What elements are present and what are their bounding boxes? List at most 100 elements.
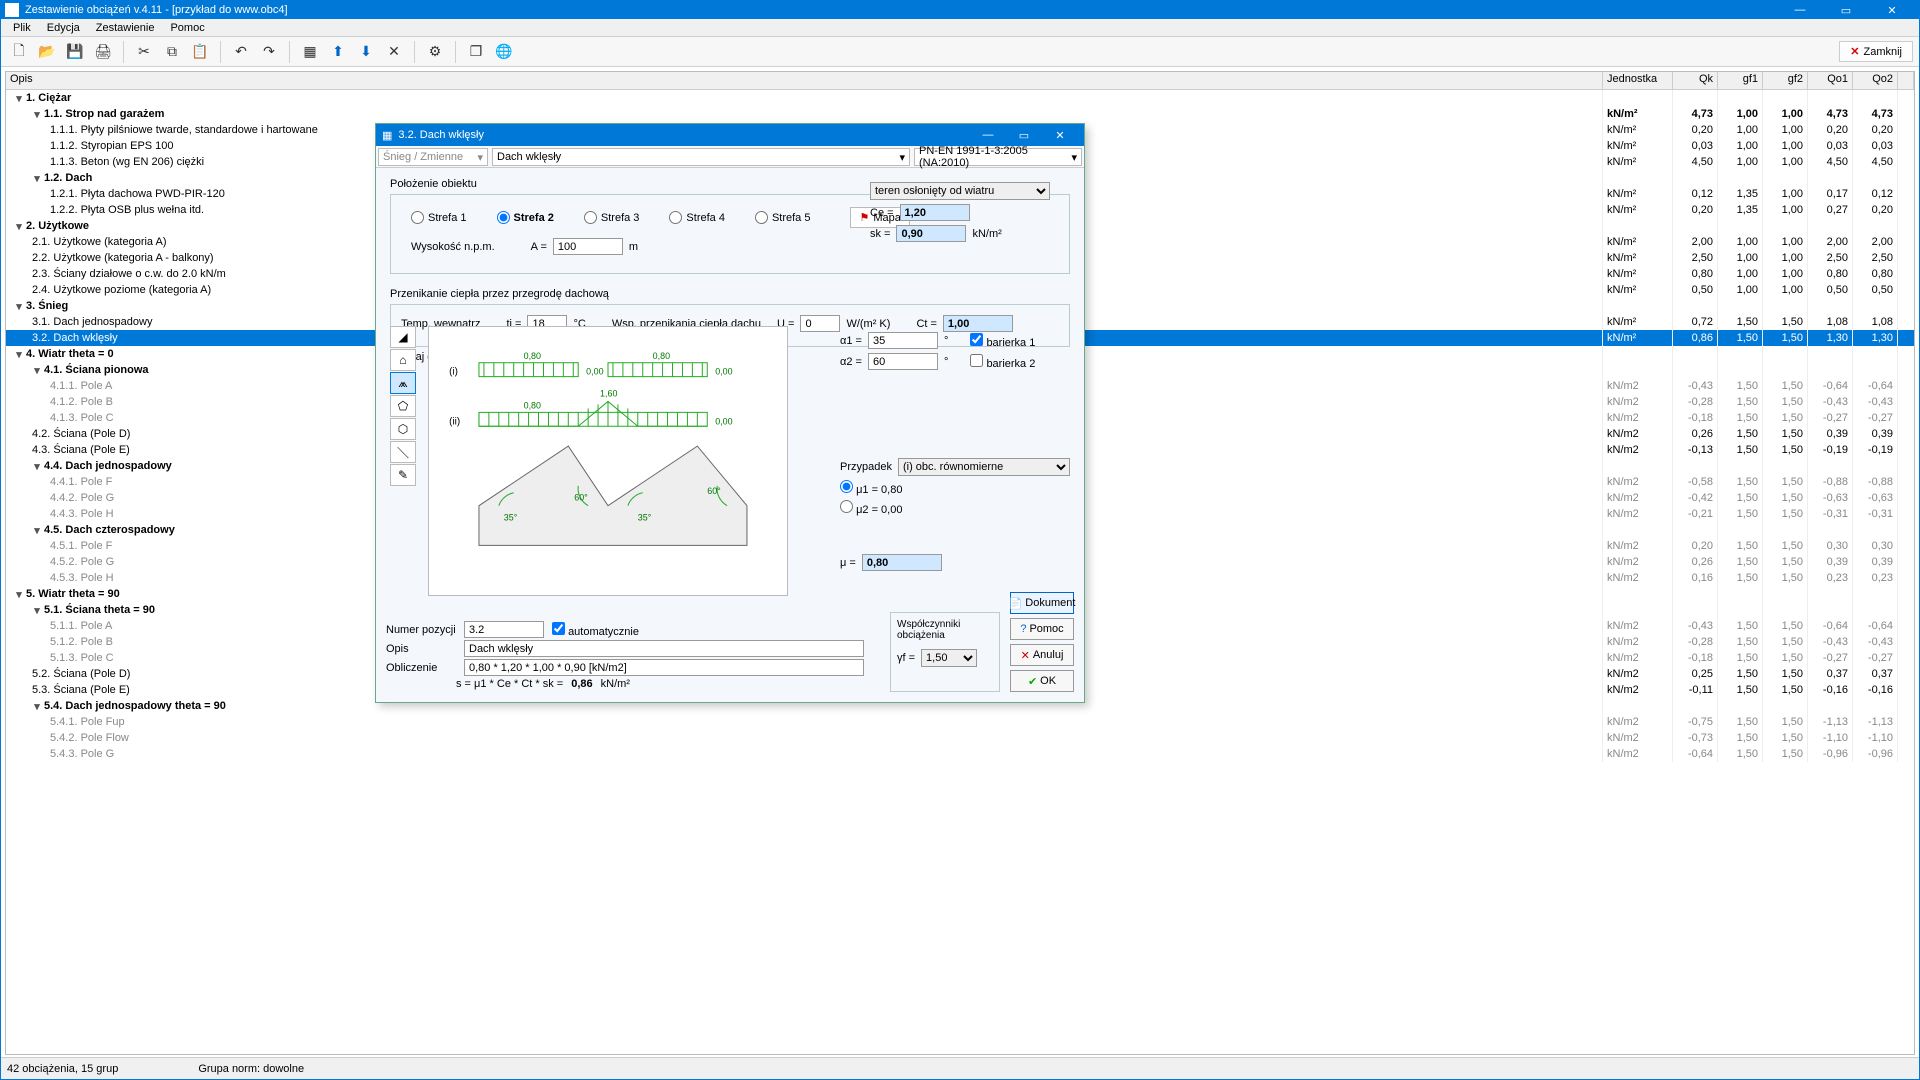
dialog-titlebar: ▦ 3.2. Dach wklęsły — ▭ ✕ xyxy=(376,124,1084,146)
svg-text:35°: 35° xyxy=(504,513,518,523)
roof-shape-4[interactable]: ⬠ xyxy=(390,395,416,417)
cancel-icon: ✕ xyxy=(1021,649,1030,662)
menu-zestawienie[interactable]: Zestawienie xyxy=(88,22,163,34)
window-icon[interactable]: ❐ xyxy=(464,40,488,64)
alpha1-input[interactable] xyxy=(868,332,938,349)
minimize-button[interactable]: — xyxy=(1777,1,1823,19)
coef-box: Współczynniki obciążenia γf = 1,50 xyxy=(890,612,1000,692)
zone-2[interactable]: Strefa 2 xyxy=(497,211,554,224)
zone-1[interactable]: Strefa 1 xyxy=(411,211,467,224)
paste-icon[interactable]: 📋 xyxy=(188,40,212,64)
combo-type[interactable]: Dach wklęsły▾ xyxy=(492,148,910,166)
svg-text:(ii): (ii) xyxy=(449,416,460,427)
opis-input[interactable] xyxy=(464,640,864,657)
u-input[interactable] xyxy=(800,315,840,332)
svg-text:0,00: 0,00 xyxy=(715,367,732,377)
open-icon[interactable]: 📂 xyxy=(35,40,59,64)
zone-4[interactable]: Strefa 4 xyxy=(669,211,725,224)
svg-text:0,00: 0,00 xyxy=(715,416,732,426)
close-panel-button[interactable]: ✕ Zamknij xyxy=(1839,41,1913,62)
close-icon: ✕ xyxy=(1850,45,1859,58)
redo-icon[interactable]: ↷ xyxy=(257,40,281,64)
table-row[interactable]: ▾1. Ciężar xyxy=(6,90,1914,106)
ok-icon: ✔ xyxy=(1028,675,1037,688)
menu-plik[interactable]: Plik xyxy=(5,22,39,34)
col-gf1[interactable]: gf1 xyxy=(1718,72,1763,89)
altitude-input[interactable] xyxy=(553,238,623,255)
document-icon: 📄 xyxy=(1009,597,1023,610)
mu-input[interactable] xyxy=(862,554,942,571)
roof-shape-2[interactable]: ⌂ xyxy=(390,349,416,371)
auto-checkbox[interactable]: automatycznie xyxy=(552,622,639,638)
roof-shape-7[interactable]: ✎ xyxy=(390,464,416,486)
svg-text:0,80: 0,80 xyxy=(524,351,541,361)
arrow-down-icon[interactable]: ⬇ xyxy=(354,40,378,64)
table-row[interactable]: ▾1.1. Strop nad garażemkN/m²4,731,001,00… xyxy=(6,106,1914,122)
mu2-radio[interactable]: μ2 = 0,00 xyxy=(840,500,902,516)
roof-shape-5[interactable]: ⬡ xyxy=(390,418,416,440)
window-title: Zestawienie obciążeń v.4.11 - [przykład … xyxy=(25,4,1777,16)
globe-icon[interactable]: 🌐 xyxy=(492,40,516,64)
zone-5[interactable]: Strefa 5 xyxy=(755,211,811,224)
dialog-close-button[interactable]: ✕ xyxy=(1042,124,1078,146)
gf-select[interactable]: 1,50 xyxy=(921,649,977,667)
undo-icon[interactable]: ↶ xyxy=(229,40,253,64)
map-icon: ⚑ xyxy=(859,211,869,224)
svg-text:0,00: 0,00 xyxy=(586,367,603,377)
svg-text:0,80: 0,80 xyxy=(524,400,541,410)
roof-shape-1[interactable]: ◢ xyxy=(390,326,416,348)
col-qo2[interactable]: Qo2 xyxy=(1853,72,1898,89)
new-icon[interactable]: 🗋 xyxy=(7,40,31,64)
terrain-select[interactable]: teren osłonięty od wiatru xyxy=(870,182,1050,200)
pomoc-button[interactable]: ?Pomoc xyxy=(1010,618,1074,640)
dialog-maximize-button[interactable]: ▭ xyxy=(1006,124,1042,146)
close-button[interactable]: ✕ xyxy=(1869,1,1915,19)
help-icon: ? xyxy=(1020,623,1026,635)
barierka2-checkbox[interactable]: barierka 2 xyxy=(970,354,1035,370)
position-input[interactable] xyxy=(464,621,544,638)
table-icon[interactable]: ▦ xyxy=(298,40,322,64)
settings-icon[interactable]: ⚙ xyxy=(423,40,447,64)
save-icon[interactable]: 💾 xyxy=(63,40,87,64)
calc-input[interactable] xyxy=(464,659,864,676)
delete-icon[interactable]: ✕ xyxy=(382,40,406,64)
table-row[interactable]: 5.4.2. Pole FlowkN/m2-0,731,501,50-1,10-… xyxy=(6,730,1914,746)
case-select[interactable]: (i) obc. równomierne xyxy=(898,458,1070,476)
table-row[interactable]: 5.4.3. Pole GkN/m2-0,641,501,50-0,96-0,9… xyxy=(6,746,1914,762)
arrow-up-icon[interactable]: ⬆ xyxy=(326,40,350,64)
roof-diagram: (i) 0,80 0,00 0,80 0,00 (ii) 0,80 1,60 xyxy=(428,326,788,596)
mu1-radio[interactable]: μ1 = 0,80 xyxy=(840,480,902,496)
ce-input[interactable] xyxy=(900,204,970,221)
dokument-button[interactable]: 📄Dokument xyxy=(1010,592,1074,614)
col-gf2[interactable]: gf2 xyxy=(1763,72,1808,89)
roof-shape-6[interactable]: ＼ xyxy=(390,441,416,463)
menu-edycja[interactable]: Edycja xyxy=(39,22,88,34)
alpha2-input[interactable] xyxy=(868,353,938,370)
ok-button[interactable]: ✔OK xyxy=(1010,670,1074,692)
dialog-minimize-button[interactable]: — xyxy=(970,124,1006,146)
barierka1-checkbox[interactable]: barierka 1 xyxy=(970,333,1035,349)
anuluj-button[interactable]: ✕Anuluj xyxy=(1010,644,1074,666)
zone-3[interactable]: Strefa 3 xyxy=(584,211,640,224)
table-row[interactable]: 5.4.1. Pole FupkN/m2-0,751,501,50-1,13-1… xyxy=(6,714,1914,730)
status-count: 42 obciążenia, 15 grup xyxy=(7,1063,118,1075)
col-qo1[interactable]: Qo1 xyxy=(1808,72,1853,89)
col-qk[interactable]: Qk xyxy=(1673,72,1718,89)
print-icon[interactable]: 🖨 xyxy=(91,40,115,64)
statusbar: 42 obciążenia, 15 grup Grupa norm: dowol… xyxy=(1,1057,1919,1079)
svg-text:60°: 60° xyxy=(707,486,721,496)
cut-icon[interactable]: ✂ xyxy=(132,40,156,64)
dialog-icon: ▦ xyxy=(382,129,392,142)
sk-input[interactable] xyxy=(896,225,966,242)
combo-category[interactable]: Śnieg / Zmienne▾ xyxy=(378,148,488,166)
svg-text:1,60: 1,60 xyxy=(600,388,617,398)
roof-shape-3[interactable]: ⩕ xyxy=(390,372,416,394)
col-opis[interactable]: Opis xyxy=(6,72,1603,89)
combo-norm[interactable]: PN-EN 1991-1-3:2005 (NA:2010)▾ xyxy=(914,148,1082,166)
table-header: Opis Jednostka Qk gf1 gf2 Qo1 Qo2 xyxy=(6,72,1914,90)
copy-icon[interactable]: ⧉ xyxy=(160,40,184,64)
status-norm: Grupa norm: dowolne xyxy=(198,1063,304,1075)
col-jednostka[interactable]: Jednostka xyxy=(1603,72,1673,89)
maximize-button[interactable]: ▭ xyxy=(1823,1,1869,19)
menu-pomoc[interactable]: Pomoc xyxy=(162,22,212,34)
